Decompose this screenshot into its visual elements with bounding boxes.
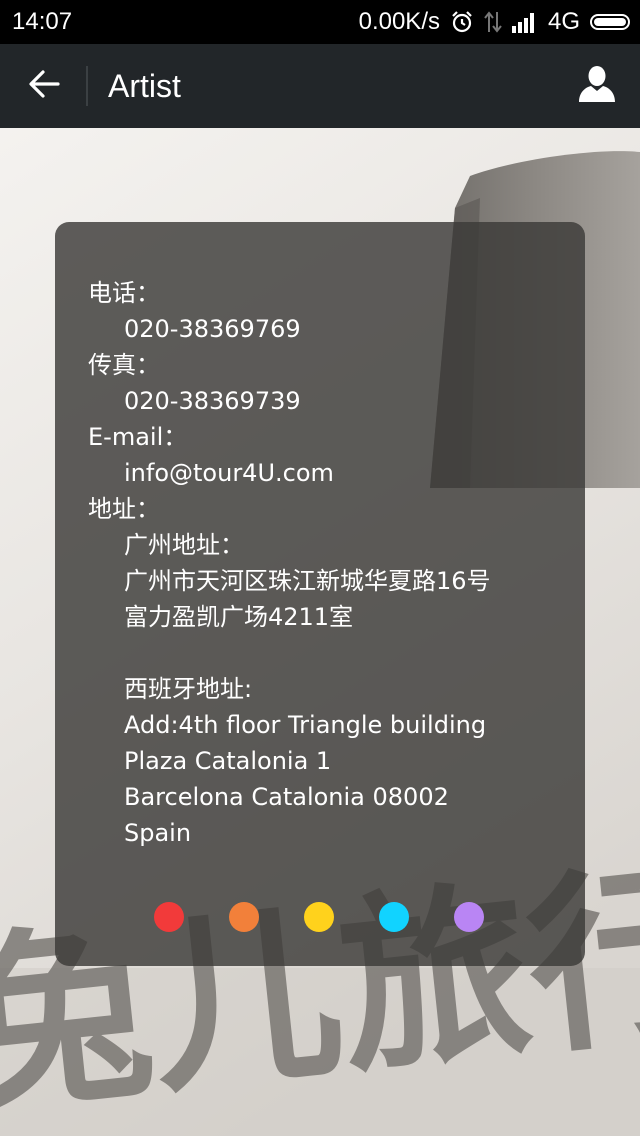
email-label: E-mail： [88, 423, 188, 451]
battery-icon [590, 14, 630, 30]
spain-address-line-4: Spain [124, 819, 192, 847]
address-label: 地址： [88, 495, 160, 523]
spain-address-line-3: Barcelona Catalonia 08002 [124, 783, 449, 811]
guangzhou-address-label: 广州地址： [124, 531, 244, 559]
contact-info-card: 电话： 020-38369769 传真： 020-38369739 E-mail… [55, 222, 585, 966]
page-title: Artist [108, 68, 181, 104]
fax-label: 传真： [88, 351, 160, 379]
back-arrow-icon [28, 70, 60, 102]
user-icon [578, 65, 616, 107]
guangzhou-address-line-2: 富力盈凯广场4211室 [124, 603, 354, 631]
back-button[interactable] [18, 60, 70, 112]
fax-value: 020-38369739 [124, 387, 301, 415]
user-button[interactable] [572, 60, 622, 112]
guangzhou-address-line-1: 广州市天河区珠江新城华夏路16号 [124, 567, 491, 595]
status-bar: 14:07 0.00K/s 4G [0, 0, 640, 44]
network-type: 4G [547, 8, 580, 35]
status-right-group: 0.00K/s 4G [358, 8, 630, 35]
color-dot-purple[interactable] [454, 902, 484, 932]
phone-label: 电话： [88, 279, 160, 307]
spain-address-label: 西班牙地址: [124, 675, 253, 703]
color-dot-yellow[interactable] [304, 902, 334, 932]
signal-icon [511, 11, 538, 33]
phone-value[interactable]: 020-38369769 [88, 311, 491, 347]
color-dot-cyan[interactable] [379, 902, 409, 932]
spain-address-line-2: Plaza Catalonia 1 [124, 747, 332, 775]
action-bar-divider [86, 66, 88, 106]
email-value[interactable]: info@tour4U.com [88, 455, 491, 491]
status-time: 14:07 [12, 8, 73, 35]
network-speed: 0.00K/s [358, 8, 440, 35]
action-bar: Artist [0, 44, 640, 128]
color-dot-red[interactable] [154, 902, 184, 932]
alarm-icon [450, 10, 474, 34]
color-dots [55, 902, 585, 932]
color-dot-orange[interactable] [229, 902, 259, 932]
contact-details: 电话： 020-38369769 传真： 020-38369739 E-mail… [88, 275, 491, 851]
spain-address-line-1: Add:4th floor Triangle building [124, 711, 487, 739]
data-arrows-icon [484, 10, 502, 34]
